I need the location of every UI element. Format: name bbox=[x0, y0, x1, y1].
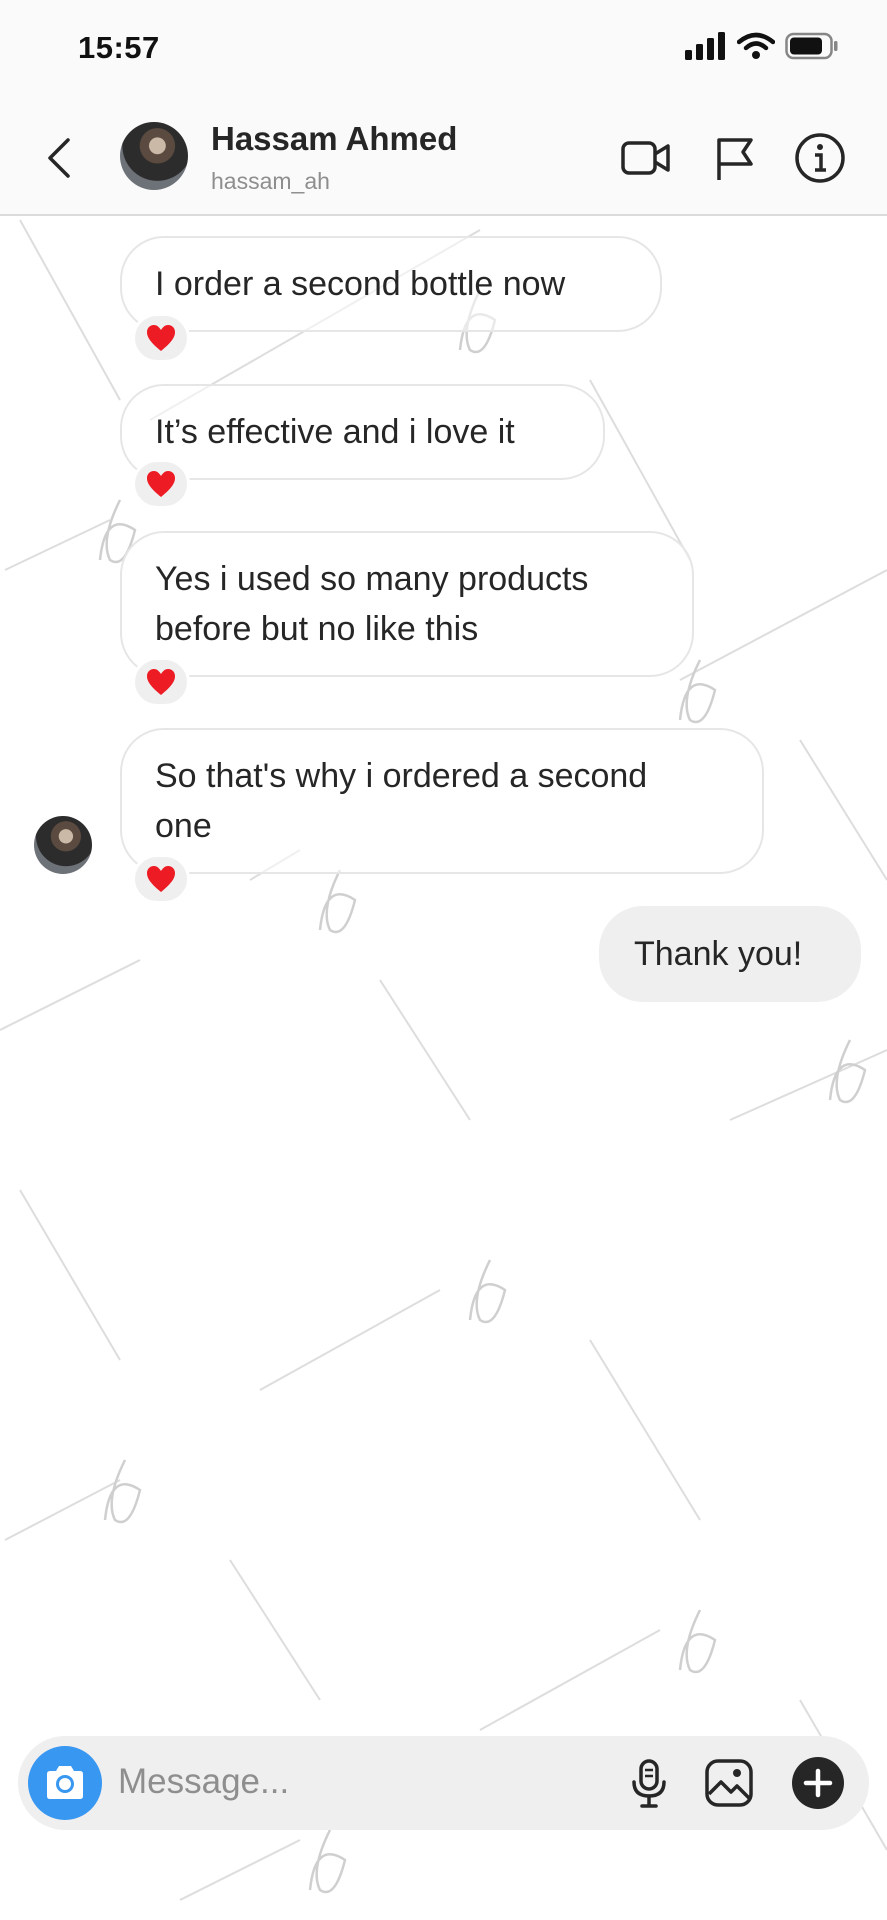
my-message-bubble[interactable]: Thank you! bbox=[599, 906, 861, 1002]
heart-reaction[interactable] bbox=[132, 459, 190, 509]
message-bubble[interactable]: It’s effective and i love it bbox=[120, 384, 605, 480]
camera-icon bbox=[47, 1766, 83, 1799]
microphone-icon[interactable] bbox=[622, 1756, 676, 1810]
battery-icon bbox=[785, 32, 838, 60]
contact-name[interactable]: Hassam Ahmed bbox=[211, 120, 457, 158]
heart-icon bbox=[147, 325, 175, 351]
gallery-icon[interactable] bbox=[702, 1756, 756, 1810]
message-text-line: one bbox=[155, 807, 212, 845]
heart-icon bbox=[147, 471, 175, 497]
message-bubble[interactable]: I order a second bottle now bbox=[120, 236, 662, 332]
heart-icon bbox=[147, 866, 175, 892]
heart-icon bbox=[147, 669, 175, 695]
message-bubble[interactable]: Yes i used so many products before but n… bbox=[120, 531, 694, 677]
contact-username[interactable]: hassam_ah bbox=[211, 168, 330, 195]
heart-reaction[interactable] bbox=[132, 657, 190, 707]
message-text-line: before but no like this bbox=[155, 610, 479, 648]
status-icons bbox=[685, 32, 839, 60]
plus-icon[interactable] bbox=[790, 1755, 846, 1811]
sender-avatar[interactable] bbox=[34, 816, 92, 874]
message-bubble[interactable]: So that's why i ordered a second one bbox=[120, 728, 764, 874]
message-text: Thank you! bbox=[634, 935, 803, 973]
back-chevron-icon[interactable] bbox=[40, 134, 80, 182]
heart-reaction[interactable] bbox=[132, 854, 190, 904]
message-text-line: So that's why i ordered a second bbox=[155, 757, 648, 795]
message-input[interactable] bbox=[118, 1752, 598, 1812]
message-text: I order a second bottle now bbox=[155, 265, 566, 303]
video-call-icon[interactable] bbox=[618, 130, 674, 186]
message-text-line: Yes i used so many products bbox=[155, 560, 589, 598]
camera-button[interactable] bbox=[28, 1746, 102, 1820]
cellular-signal-icon bbox=[685, 32, 725, 60]
heart-reaction[interactable] bbox=[132, 313, 190, 363]
status-bar: 15:57 bbox=[0, 0, 887, 100]
message-text: It’s effective and i love it bbox=[155, 413, 515, 451]
info-icon[interactable] bbox=[792, 130, 848, 186]
report-flag-icon[interactable] bbox=[707, 130, 763, 186]
message-composer bbox=[18, 1736, 869, 1830]
contact-avatar[interactable] bbox=[120, 122, 188, 190]
wifi-icon bbox=[737, 32, 775, 59]
chat-header: Hassam Ahmed hassam_ah bbox=[0, 100, 887, 216]
status-time: 15:57 bbox=[78, 30, 160, 65]
